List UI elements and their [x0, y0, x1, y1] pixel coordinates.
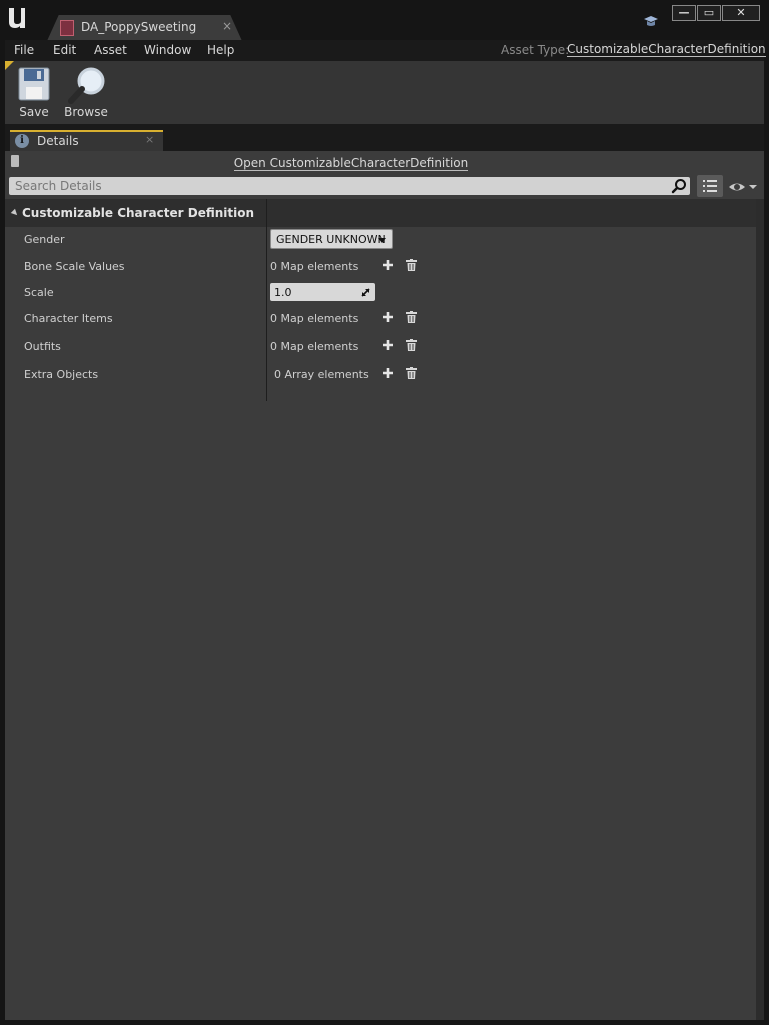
- search-icon[interactable]: [671, 178, 687, 194]
- view-options-button[interactable]: [697, 175, 723, 197]
- add-icon[interactable]: [382, 339, 394, 351]
- close-icon[interactable]: ×: [222, 19, 232, 33]
- eye-icon: [729, 183, 757, 191]
- details-tab-label: Details: [37, 134, 79, 148]
- search-box: [9, 177, 690, 195]
- title-bar: DA_PoppySweeting × — ▭ ✕: [0, 0, 769, 41]
- array-element-count: 0 Array elements: [274, 368, 369, 381]
- add-icon[interactable]: [382, 367, 394, 379]
- tab-details[interactable]: i Details ×: [10, 130, 163, 151]
- save-icon: [18, 67, 50, 101]
- menu-file[interactable]: File: [14, 43, 34, 57]
- panel-tab-strip: i Details ×: [5, 124, 764, 151]
- menu-asset[interactable]: Asset: [94, 43, 127, 57]
- property-name: Gender: [24, 233, 65, 246]
- property-name: Scale: [24, 286, 54, 299]
- property-row-extra-objects: Extra Objects 0 Array elements: [5, 362, 756, 388]
- toolbar: Save Browse: [5, 61, 764, 124]
- menu-window[interactable]: Window: [144, 43, 191, 57]
- add-icon[interactable]: [382, 311, 394, 323]
- column-divider[interactable]: [266, 199, 267, 227]
- tutorial-hat-icon[interactable]: [643, 14, 659, 28]
- dropdown-value: GENDER UNKNOWN: [276, 233, 386, 246]
- asset-type-label: Asset Type:: [501, 43, 570, 57]
- save-label: Save: [19, 105, 49, 119]
- scale-number-field: [270, 283, 375, 301]
- maximize-button[interactable]: ▭: [697, 5, 721, 21]
- menu-help[interactable]: Help: [207, 43, 234, 57]
- property-name: Extra Objects: [24, 368, 99, 381]
- map-element-count: 0 Map elements: [270, 340, 359, 353]
- document-tab[interactable]: DA_PoppySweeting ×: [47, 15, 242, 41]
- info-icon: i: [15, 134, 29, 148]
- property-row-scale: Scale: [5, 280, 756, 306]
- document-tab-label: DA_PoppySweeting: [81, 20, 197, 34]
- chevron-down-icon: [378, 238, 386, 243]
- menu-bar: File Edit Asset Window Help Asset Type: …: [5, 40, 766, 61]
- open-asset-link[interactable]: Open CustomizableCharacterDefinition: [233, 156, 469, 171]
- property-list: Gender GENDER UNKNOWN Bone Scale Values …: [5, 227, 756, 401]
- minimize-button[interactable]: —: [672, 5, 696, 21]
- search-input[interactable]: [9, 177, 669, 195]
- trash-icon[interactable]: [406, 367, 417, 379]
- property-row-character-items: Character Items 0 Map elements: [5, 306, 756, 332]
- drag-handle-icon[interactable]: [361, 288, 370, 297]
- property-name: Bone Scale Values: [24, 260, 125, 273]
- view-options-icon: [703, 180, 717, 192]
- trash-icon[interactable]: [406, 339, 417, 351]
- scale-input[interactable]: [270, 283, 355, 301]
- close-window-button[interactable]: ✕: [722, 5, 760, 21]
- category-header[interactable]: Customizable Character Definition: [5, 199, 756, 227]
- unreal-logo-icon: [6, 5, 28, 31]
- details-panel: Open CustomizableCharacterDefinition Cus…: [5, 151, 764, 1020]
- map-element-count: 0 Map elements: [270, 312, 359, 325]
- property-row-outfits: Outfits 0 Map elements: [5, 334, 756, 360]
- open-asset-link-row: Open CustomizableCharacterDefinition: [5, 156, 697, 171]
- visibility-filter-button[interactable]: [728, 179, 760, 195]
- property-name: Character Items: [24, 312, 113, 325]
- scrollbar[interactable]: [756, 199, 764, 1020]
- browse-label: Browse: [64, 105, 108, 119]
- property-row-gender: Gender GENDER UNKNOWN: [5, 227, 756, 253]
- add-icon[interactable]: [382, 259, 394, 271]
- browse-button[interactable]: Browse: [61, 65, 111, 121]
- close-icon[interactable]: ×: [145, 133, 154, 146]
- menu-edit[interactable]: Edit: [53, 43, 76, 57]
- asset-type-link[interactable]: CustomizableCharacterDefinition: [567, 43, 766, 57]
- trash-icon[interactable]: [406, 259, 417, 271]
- window-bottom-edge: [5, 1020, 764, 1025]
- data-asset-icon: [60, 20, 74, 36]
- trash-icon[interactable]: [406, 311, 417, 323]
- collapse-arrow-icon: [10, 208, 20, 218]
- property-row-bone-scale-values: Bone Scale Values 0 Map elements: [5, 254, 756, 280]
- map-element-count: 0 Map elements: [270, 260, 359, 273]
- category-label: Customizable Character Definition: [22, 206, 255, 220]
- save-button[interactable]: Save: [9, 65, 59, 121]
- gender-dropdown[interactable]: GENDER UNKNOWN: [270, 229, 393, 249]
- property-name: Outfits: [24, 340, 61, 353]
- browse-icon: [68, 67, 105, 104]
